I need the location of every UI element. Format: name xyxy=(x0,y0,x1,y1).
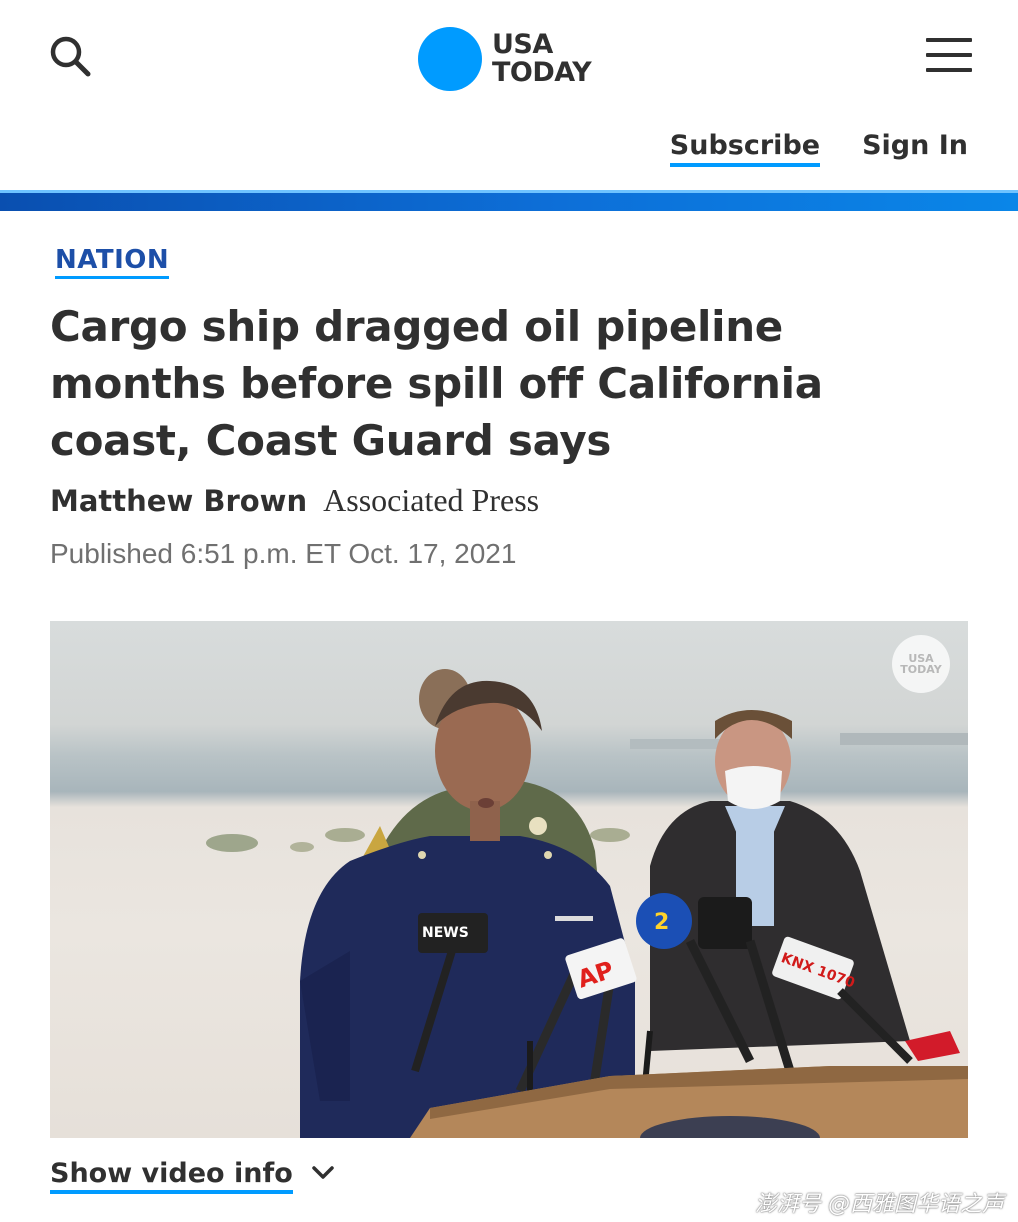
show-video-info-toggle[interactable]: Show video info xyxy=(50,1158,335,1194)
video-player[interactable]: NEWS AP 2 KNX 1070 USA TODAY xyxy=(50,621,968,1138)
header-accent-bar xyxy=(0,190,1018,211)
man-with-mask xyxy=(650,710,910,1051)
menu-button[interactable] xyxy=(926,38,972,76)
logo-line-1: USA xyxy=(492,29,553,60)
author-name[interactable]: Matthew Brown xyxy=(50,484,307,518)
article-headline: Cargo ship dragged oil pipeline months b… xyxy=(50,302,823,465)
logo-circle xyxy=(418,27,482,91)
hamburger-menu-icon xyxy=(926,38,972,72)
watermark-line-2: TODAY xyxy=(900,663,942,676)
mic-label-news: NEWS xyxy=(422,925,469,941)
show-video-info-label: Show video info xyxy=(50,1158,293,1194)
publisher-name: Associated Press xyxy=(323,482,540,518)
logo-wordmark: USA TODAY xyxy=(492,29,592,88)
byline: Matthew Brown Associated Press xyxy=(50,482,539,519)
subscribe-link[interactable]: Subscribe xyxy=(669,130,821,167)
chevron-down-icon xyxy=(312,1166,334,1179)
mic-label-cbs: 2 xyxy=(654,910,669,935)
publish-date: Published 6:51 p.m. ET Oct. 17, 2021 xyxy=(50,538,517,569)
search-icon xyxy=(50,36,91,77)
search-button[interactable] xyxy=(46,32,96,82)
usa-today-logo[interactable]: USA TODAY xyxy=(418,26,608,92)
platform-watermark: 澎湃号 @西雅图华语之声 xyxy=(755,1192,1004,1217)
category-link[interactable]: NATION xyxy=(55,245,170,279)
account-links: Subscribe Sign In xyxy=(669,130,968,167)
speaker xyxy=(300,680,635,1138)
sign-in-link[interactable]: Sign In xyxy=(862,130,968,167)
usa-today-video-watermark: USA TODAY xyxy=(892,635,950,693)
site-header: USA TODAY Subscribe Sign In xyxy=(0,0,1018,190)
video-frame: NEWS AP 2 KNX 1070 xyxy=(206,669,968,1138)
logo-line-2: TODAY xyxy=(492,57,592,88)
